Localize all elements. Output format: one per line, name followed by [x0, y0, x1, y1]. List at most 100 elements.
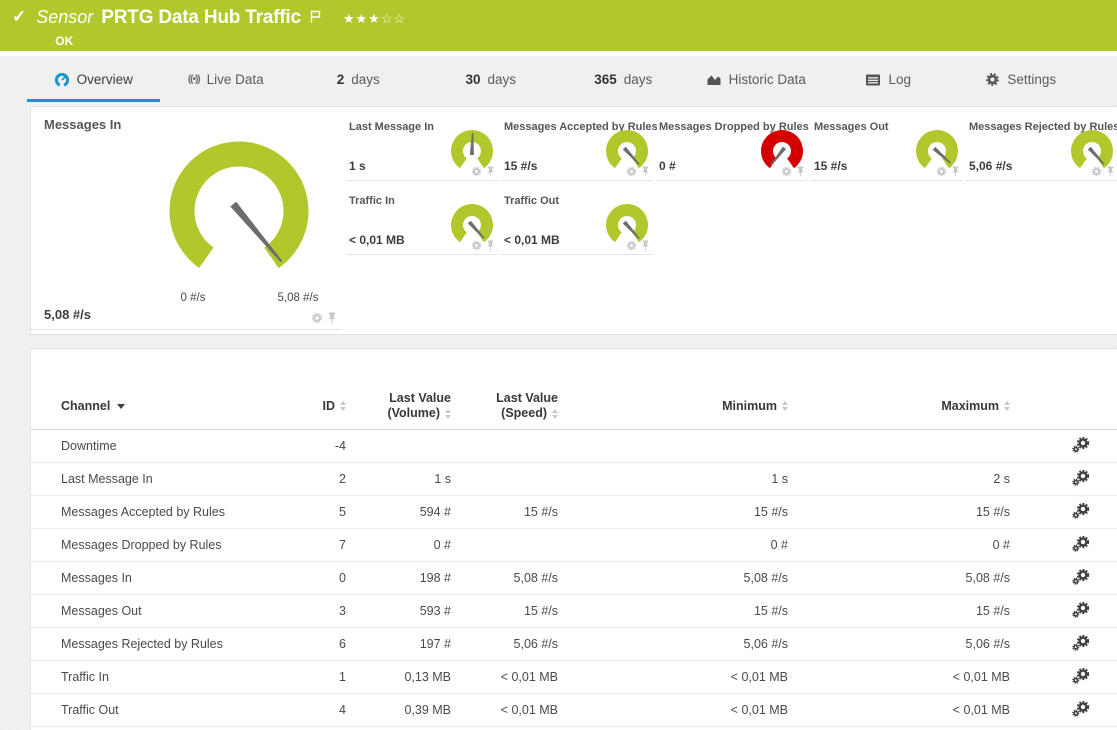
gauge-value: 5,06 #/s [969, 159, 1012, 173]
priority-stars[interactable]: ★★★☆☆ [343, 11, 406, 27]
header-divider [0, 51, 1117, 56]
pin-icon[interactable] [1106, 166, 1115, 177]
column-header-minimum[interactable]: Minimum [558, 399, 788, 413]
tab-365-days[interactable]: 365days [557, 60, 690, 102]
gauge-title: Last Message In [349, 121, 434, 133]
gear-icon [985, 72, 1000, 87]
cell-last-value-volume: 1 s [346, 472, 451, 486]
broadcast-icon: ((•)) [188, 74, 200, 85]
cell-id: -4 [291, 439, 346, 453]
table-row[interactable]: Traffic Out 4 0,39 MB < 0,01 MB < 0,01 M… [31, 694, 1117, 727]
table-row[interactable]: Messages In 0 198 # 5,08 #/s 5,08 #/s 5,… [31, 562, 1117, 595]
pin-icon[interactable] [486, 240, 495, 251]
status-check-icon: ✓ [12, 7, 26, 27]
gauge-value: 1 s [349, 159, 366, 173]
gear-icon[interactable] [626, 166, 637, 177]
cell-minimum: 1 s [558, 472, 788, 486]
gauge-card: Messages Accepted by Rules 15 #/s [501, 114, 652, 181]
tab-label: Live Data [207, 72, 264, 87]
cell-channel[interactable]: Messages Rejected by Rules [61, 637, 291, 651]
area-chart-icon [706, 72, 722, 87]
pin-icon[interactable] [486, 166, 495, 177]
gauge-needle [230, 202, 284, 264]
pin-icon[interactable] [796, 166, 805, 177]
table-row[interactable]: Messages Dropped by Rules 7 0 # 0 # 0 # [31, 529, 1117, 562]
cell-id: 1 [291, 670, 346, 684]
gauge-value: 0 # [659, 159, 676, 173]
cell-channel[interactable]: Messages Dropped by Rules [61, 538, 291, 552]
cell-maximum: < 0,01 MB [788, 703, 1010, 717]
cell-channel[interactable]: Messages Out [61, 604, 291, 618]
column-header-last-value-volume[interactable]: Last Value(Volume) [346, 391, 451, 421]
tab-overview[interactable]: Overview [27, 60, 160, 102]
cell-maximum: < 0,01 MB [788, 670, 1010, 684]
channel-settings-gears-icon[interactable] [1072, 701, 1090, 717]
table-row[interactable]: Traffic In 1 0,13 MB < 0,01 MB < 0,01 MB… [31, 661, 1117, 694]
table-row[interactable]: Downtime -4 [31, 430, 1117, 463]
column-header-last-value-speed[interactable]: Last Value(Speed) [451, 391, 558, 421]
tab-log[interactable]: Log [822, 60, 955, 102]
stars-empty[interactable]: ☆☆ [381, 11, 406, 26]
table-row[interactable]: Messages Rejected by Rules 6 197 # 5,06 … [31, 628, 1117, 661]
cell-maximum: 2 s [788, 472, 1010, 486]
cell-minimum: < 0,01 MB [558, 703, 788, 717]
channel-settings-gears-icon[interactable] [1072, 536, 1090, 552]
cell-minimum: 5,08 #/s [558, 571, 788, 585]
cell-channel[interactable]: Downtime [61, 439, 291, 453]
gear-icon[interactable] [936, 166, 947, 177]
tab-settings[interactable]: Settings [955, 60, 1088, 102]
tab-historic-data[interactable]: Historic Data [690, 60, 823, 102]
column-header-id[interactable]: ID [291, 399, 346, 413]
gauge-card: Last Message In 1 s [346, 114, 497, 181]
channel-settings-gears-icon[interactable] [1072, 602, 1090, 618]
gear-icon[interactable] [471, 166, 482, 177]
channel-settings-gears-icon[interactable] [1072, 635, 1090, 651]
tab-label: Overview [77, 72, 133, 87]
tab-30-days[interactable]: 30days [425, 60, 558, 102]
channel-settings-gears-icon[interactable] [1072, 503, 1090, 519]
gauge-title: Traffic Out [504, 195, 559, 207]
gauge-value: 5,08 #/s [44, 307, 91, 322]
sort-desc-icon [117, 404, 125, 409]
gauge-card: Messages Out 15 #/s [811, 114, 962, 181]
cell-channel[interactable]: Messages In [61, 571, 291, 585]
tab-live-data[interactable]: ((•)) Live Data [160, 60, 293, 102]
gauges-panel: Messages In 0 #/s 5,08 #/s 5,08 #/s Last [30, 106, 1117, 335]
gear-icon[interactable] [471, 240, 482, 251]
gear-icon[interactable] [626, 240, 637, 251]
gear-icon[interactable] [781, 166, 792, 177]
pin-icon[interactable] [327, 312, 337, 324]
cell-channel[interactable]: Last Message In [61, 472, 291, 486]
channel-settings-gears-icon[interactable] [1072, 470, 1090, 486]
table-row[interactable]: Last Message In 2 1 s 1 s 2 s [31, 463, 1117, 496]
cell-minimum: 0 # [558, 538, 788, 552]
table-row[interactable]: Messages Accepted by Rules 5 594 # 15 #/… [31, 496, 1117, 529]
pin-icon[interactable] [641, 166, 650, 177]
gauge-max-label: 5,08 #/s [278, 292, 319, 304]
stars-filled[interactable]: ★★★ [343, 11, 381, 26]
cell-channel[interactable]: Traffic Out [61, 703, 291, 717]
channel-table-header: Channel ID Last Value(Volume) Last Value… [31, 383, 1117, 430]
cell-channel[interactable]: Traffic In [61, 670, 291, 684]
column-header-maximum[interactable]: Maximum [788, 399, 1010, 413]
table-row[interactable]: Messages Out 3 593 # 15 #/s 15 #/s 15 #/… [31, 595, 1117, 628]
cell-channel[interactable]: Messages Accepted by Rules [61, 505, 291, 519]
cell-minimum: 15 #/s [558, 505, 788, 519]
priority-flag-icon[interactable] [310, 10, 321, 23]
column-header-channel[interactable]: Channel [61, 399, 291, 413]
tab-2-days[interactable]: 2days [292, 60, 425, 102]
pin-icon[interactable] [951, 166, 960, 177]
sensor-title: PRTG Data Hub Traffic [101, 7, 301, 29]
cell-last-value-speed: 15 #/s [451, 604, 558, 618]
gear-icon[interactable] [1091, 166, 1102, 177]
channel-settings-gears-icon[interactable] [1072, 569, 1090, 585]
gear-icon[interactable] [311, 312, 323, 324]
channel-settings-gears-icon[interactable] [1072, 437, 1090, 453]
pin-icon[interactable] [641, 240, 650, 251]
cell-last-value-volume: 197 # [346, 637, 451, 651]
cell-id: 5 [291, 505, 346, 519]
channel-settings-gears-icon[interactable] [1072, 668, 1090, 684]
gauge-min-label: 0 #/s [181, 292, 206, 304]
gauge-value: < 0,01 MB [349, 233, 405, 247]
channel-table-panel: Channel ID Last Value(Volume) Last Value… [30, 348, 1117, 730]
